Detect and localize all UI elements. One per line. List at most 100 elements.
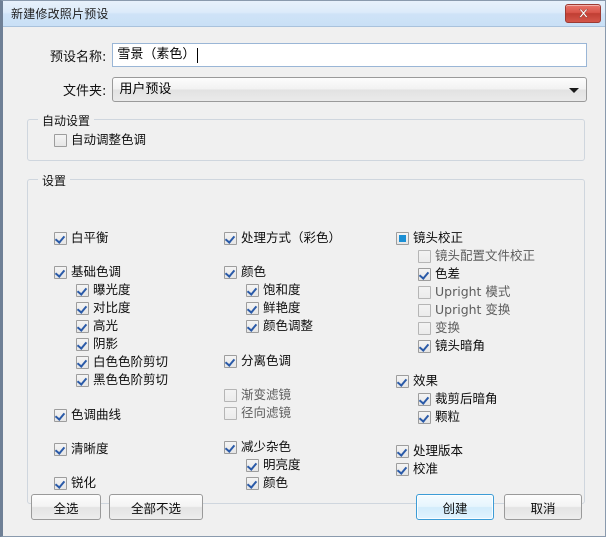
checkbox-label: 白色色阶剪切 (93, 354, 169, 369)
checkbox-auto-tone[interactable]: 自动调整色调 (54, 132, 146, 148)
checkbox-label: 明亮度 (263, 457, 301, 472)
checkbox-checked-icon (224, 231, 237, 245)
checkbox-upright-模式: Upright 模式 (418, 284, 510, 300)
checkbox-裁剪后暗角[interactable]: 裁剪后暗角 (418, 391, 498, 407)
checkbox-label: 渐变滤镜 (241, 387, 292, 402)
checkbox-高光[interactable]: 高光 (76, 318, 118, 334)
checkbox-checked-icon (54, 265, 67, 279)
cancel-button[interactable]: 取消 (504, 494, 582, 520)
checkbox-checked-icon (396, 462, 409, 476)
checkbox-变换: 变换 (418, 320, 460, 336)
checkbox-label: 减少杂色 (241, 439, 292, 454)
checkbox-分离色调[interactable]: 分离色调 (224, 353, 291, 369)
checkbox-label: 阴影 (93, 336, 119, 351)
auto-settings-group-title: 自动设置 (38, 112, 95, 129)
checkbox-镜头配置文件校正: 镜头配置文件校正 (418, 248, 535, 264)
checkbox-label: 效果 (413, 373, 439, 388)
checkbox-颗粒[interactable]: 颗粒 (418, 409, 460, 425)
checkbox-饱和度[interactable]: 饱和度 (246, 282, 301, 298)
checkbox-mixed-icon (396, 231, 409, 245)
checkbox-checked-icon (76, 337, 89, 351)
checkbox-曝光度[interactable]: 曝光度 (76, 282, 131, 298)
folder-row: 文件夹: 用户预设 (27, 77, 587, 102)
checkbox-效果[interactable]: 效果 (396, 373, 438, 389)
checkbox-checked-icon (418, 339, 431, 353)
checkbox-label: 白平衡 (71, 230, 109, 245)
close-button[interactable] (565, 4, 601, 23)
checkbox-清晰度[interactable]: 清晰度 (54, 441, 109, 457)
checkbox-镜头校正[interactable]: 镜头校正 (396, 230, 463, 246)
checkbox-色差[interactable]: 色差 (418, 266, 460, 282)
deselect-all-button[interactable]: 全部不选 (109, 494, 203, 520)
title-bar: 新建修改照片预设 (3, 1, 605, 27)
checkbox-label: 色差 (435, 266, 461, 281)
checkbox-label: 饱和度 (263, 282, 301, 297)
close-icon (578, 9, 588, 18)
create-button[interactable]: 创建 (416, 494, 494, 520)
checkbox-label: 镜头配置文件校正 (435, 248, 536, 263)
checkbox-label: 色调曲线 (71, 407, 122, 422)
checkbox-label: 颜色 (241, 264, 267, 279)
checkbox-白平衡[interactable]: 白平衡 (54, 230, 109, 246)
folder-label: 文件夹: (63, 84, 107, 99)
preset-name-row: 预设名称: 雪景（素色） (27, 43, 587, 67)
checkbox-label: 裁剪后暗角 (435, 391, 498, 406)
folder-value: 用户预设 (119, 82, 172, 97)
checkbox-checked-icon (396, 444, 409, 458)
checkbox-处理方式-彩色[interactable]: 处理方式（彩色） (224, 230, 341, 246)
checkbox-empty-icon (418, 303, 431, 317)
checkbox-黑色色阶剪切[interactable]: 黑色色阶剪切 (76, 372, 168, 388)
checkbox-镜头暗角[interactable]: 镜头暗角 (418, 338, 485, 354)
checkbox-label: 镜头校正 (413, 230, 464, 245)
checkbox-色调曲线[interactable]: 色调曲线 (54, 407, 121, 423)
new-develop-preset-dialog: 新建修改照片预设 预设名称: 雪景（素色） 文件夹: 用户预设 自动设置 自动调… (0, 0, 606, 537)
checkbox-白色色阶剪切[interactable]: 白色色阶剪切 (76, 354, 168, 370)
checkbox-label: 颗粒 (435, 409, 461, 424)
checkbox-label: 鲜艳度 (263, 300, 301, 315)
checkbox-处理版本[interactable]: 处理版本 (396, 443, 463, 459)
checkbox-明亮度[interactable]: 明亮度 (246, 457, 301, 473)
checkbox-阴影[interactable]: 阴影 (76, 336, 118, 352)
checkbox-checked-icon (54, 408, 67, 422)
checkbox-empty-icon (418, 321, 431, 335)
checkbox-checked-icon (418, 410, 431, 424)
checkbox-upright-变换: Upright 变换 (418, 302, 510, 318)
checkbox-checked-icon (224, 440, 237, 454)
checkbox-label: 黑色色阶剪切 (93, 372, 169, 387)
preset-name-value: 雪景（素色） (117, 47, 196, 62)
checkbox-基础色调[interactable]: 基础色调 (54, 264, 121, 280)
dialog-footer: 全选 全部不选 创建 取消 (3, 478, 605, 536)
checkbox-box (54, 133, 67, 147)
checkbox-减少杂色[interactable]: 减少杂色 (224, 439, 291, 455)
checkbox-label: 处理方式（彩色） (241, 230, 342, 245)
text-caret (197, 47, 199, 63)
checkbox-校准[interactable]: 校准 (396, 461, 438, 477)
checkbox-checked-icon (76, 283, 89, 297)
checkbox-checked-icon (246, 319, 259, 333)
checkbox-鲜艳度[interactable]: 鲜艳度 (246, 300, 301, 316)
checkbox-径向滤镜: 径向滤镜 (224, 405, 291, 421)
checkbox-checked-icon (76, 301, 89, 315)
folder-select[interactable]: 用户预设 (112, 77, 587, 102)
checkbox-label: 对比度 (93, 300, 131, 315)
checkbox-checked-icon (224, 354, 237, 368)
checkbox-checked-icon (76, 319, 89, 333)
checkbox-label: 处理版本 (413, 443, 464, 458)
checkbox-label: Upright 变换 (435, 302, 511, 317)
checkbox-label: 曝光度 (93, 282, 131, 297)
checkbox-empty-icon (224, 388, 237, 402)
checkbox-颜色[interactable]: 颜色 (224, 264, 266, 280)
select-all-button[interactable]: 全选 (31, 494, 101, 520)
checkbox-label: 镜头暗角 (435, 338, 486, 353)
checkbox-label: 径向滤镜 (241, 405, 292, 420)
checkbox-label: 自动调整色调 (71, 132, 147, 147)
checkbox-checked-icon (396, 374, 409, 388)
checkbox-checked-icon (246, 301, 259, 315)
checkbox-对比度[interactable]: 对比度 (76, 300, 131, 316)
checkbox-empty-icon (418, 249, 431, 263)
checkbox-label: 分离色调 (241, 353, 292, 368)
dialog-body: 预设名称: 雪景（素色） 文件夹: 用户预设 自动设置 自动调整色调 设置 白平… (3, 27, 605, 536)
settings-group: 设置 白平衡 基础色调 曝光度 对比度 高光 阴影 白色色阶剪切 黑色色阶剪切 色调曲线 清晰度锐… (27, 172, 585, 504)
preset-name-input[interactable]: 雪景（素色） (112, 43, 587, 67)
checkbox-颜色调整[interactable]: 颜色调整 (246, 318, 313, 334)
